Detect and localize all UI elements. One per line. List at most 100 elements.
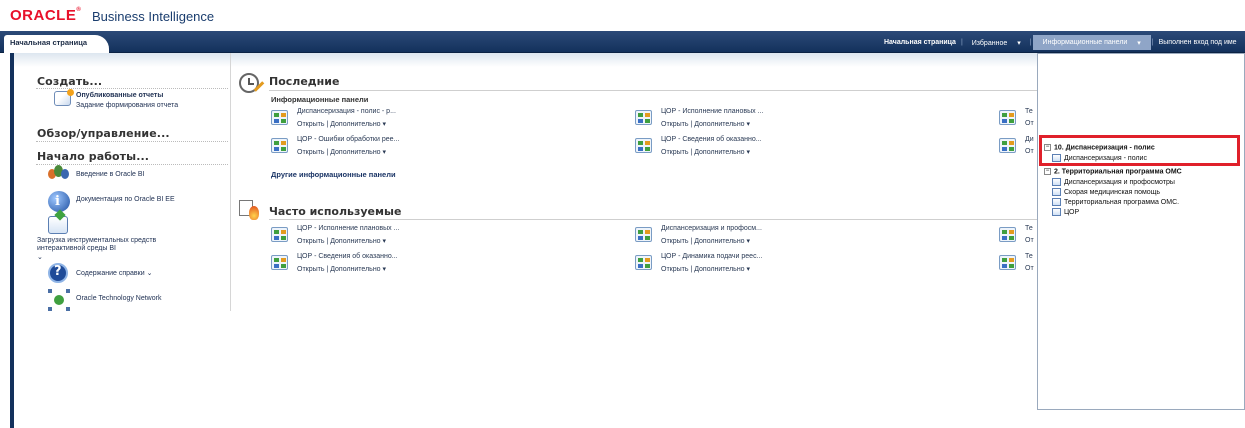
top-bar: ORACLE® Business Intelligence bbox=[0, 0, 1245, 30]
dashboard-item-actions[interactable]: Открыть | Дополнительно ▾ bbox=[661, 148, 750, 156]
chevron-down-icon: ▾ bbox=[1137, 39, 1141, 47]
global-nav: Начальная страница | Избранное ▾ | Инфор… bbox=[880, 35, 1241, 50]
frequent-title: Часто используемые bbox=[269, 205, 402, 218]
dashboard-item-title[interactable]: Те bbox=[1025, 253, 1033, 260]
dashboard-item[interactable]: ЦОР - Динамика подачи реес... Открыть | Д… bbox=[635, 253, 965, 275]
dashboard-item-title[interactable]: ЦОР - Сведения об оказанно... bbox=[661, 136, 762, 143]
nav-home-link[interactable]: Начальная страница bbox=[880, 39, 960, 46]
recent-subtitle: Информационные панели bbox=[271, 95, 369, 104]
dashboard-item[interactable]: ЦОР - Исполнение плановых ... Открыть | Д… bbox=[635, 108, 965, 130]
chevron-down-icon: ▾ bbox=[746, 121, 751, 128]
dashboard-item-actions-label: Открыть | Дополнительно bbox=[661, 266, 745, 273]
dashboard-item-title[interactable]: Те bbox=[1025, 225, 1033, 232]
help-link-label: Содержание справки bbox=[76, 270, 145, 277]
dashboard-item-actions[interactable]: От bbox=[1025, 265, 1034, 272]
dashboard-icon bbox=[635, 227, 652, 242]
chevron-down-icon[interactable]: ⌄ bbox=[37, 253, 43, 261]
nav-favorites-menu[interactable]: Избранное ▾ bbox=[964, 39, 1029, 47]
tree-item[interactable]: Территориальная программа ОМС. bbox=[1052, 198, 1179, 206]
dashboard-item-actions[interactable]: Открыть | Дополнительно ▾ bbox=[661, 265, 750, 273]
dashboard-item-actions[interactable]: Открыть | Дополнительно ▾ bbox=[297, 120, 386, 128]
dashboard-item[interactable]: Диспансеризация и профосм... Открыть | До… bbox=[635, 225, 965, 247]
dashboard-icon bbox=[999, 110, 1016, 125]
dashboard-icon bbox=[635, 255, 652, 270]
start-title: Начало работы... bbox=[37, 150, 150, 163]
dashboard-item[interactable]: Те От bbox=[999, 253, 1039, 275]
dashboard-icon bbox=[1052, 178, 1061, 186]
dashboard-item-actions[interactable]: Открыть | Дополнительно ▾ bbox=[661, 237, 750, 245]
tree-item-label: Скорая медицинская помощь bbox=[1064, 188, 1161, 196]
dashboard-item-actions[interactable]: Открыть | Дополнительно ▾ bbox=[297, 265, 386, 273]
dashboard-icon bbox=[1052, 208, 1061, 216]
dashboard-item-actions-label: От bbox=[1025, 148, 1034, 155]
tree-group-territorial[interactable]: −2. Территориальная программа ОМС bbox=[1044, 168, 1182, 175]
report-task-link[interactable]: Задание формирования отчета bbox=[76, 102, 178, 109]
divider bbox=[269, 90, 1039, 91]
dashboard-item[interactable]: ЦОР - Исполнение плановых ... Открыть | Д… bbox=[271, 225, 601, 247]
dashboard-item-actions[interactable]: Открыть | Дополнительно ▾ bbox=[297, 237, 386, 245]
docs-link[interactable]: Документация по Oracle BI EE bbox=[76, 196, 175, 203]
global-header: Начальная страница Начальная страница | … bbox=[0, 31, 1245, 53]
tree-item-label: Территориальная программа ОМС. bbox=[1064, 198, 1180, 206]
help-link[interactable]: Содержание справки ⌄ bbox=[76, 269, 152, 277]
create-title[interactable]: Создать... bbox=[37, 75, 102, 88]
dashboard-item-title[interactable]: Диспансеризация - полис - р... bbox=[297, 108, 396, 115]
oracle-logo-text: ORACLE bbox=[10, 7, 77, 24]
tab-home[interactable]: Начальная страница bbox=[4, 35, 110, 53]
dashboard-item-title[interactable]: Те bbox=[1025, 108, 1033, 115]
tree-item[interactable]: ЦОР bbox=[1052, 208, 1079, 216]
dashboard-item[interactable]: ЦОР - Сведения об оказанно... Открыть | Д… bbox=[271, 253, 601, 275]
published-reports-link[interactable]: Опубликованные отчеты bbox=[76, 92, 163, 99]
chevron-down-icon: ▾ bbox=[382, 121, 387, 128]
dashboard-item[interactable]: Те От bbox=[999, 225, 1039, 247]
help-icon: ? bbox=[48, 263, 68, 283]
tree-item[interactable]: Диспансеризация и профосмотры bbox=[1052, 178, 1175, 186]
divider bbox=[269, 219, 1039, 220]
dashboard-item-title[interactable]: ЦОР - Ошибки обработки рее... bbox=[297, 136, 399, 143]
dashboard-item-title[interactable]: Диспансеризация и профосм... bbox=[661, 225, 762, 232]
download-link-line2[interactable]: интерактивной среды BI bbox=[37, 245, 116, 252]
dashboard-item-actions[interactable]: От bbox=[1025, 237, 1034, 244]
clock-icon bbox=[239, 73, 265, 93]
dashboard-item[interactable]: Те От bbox=[999, 108, 1039, 130]
dashboard-item-actions-label: От bbox=[1025, 120, 1034, 127]
nav-dashboards-menu[interactable]: Информационные панели ▾ bbox=[1032, 35, 1151, 50]
tree-item[interactable]: Скорая медицинская помощь bbox=[1052, 188, 1160, 196]
flame-icon bbox=[239, 198, 259, 220]
otn-link[interactable]: Oracle Technology Network bbox=[76, 295, 161, 302]
dashboard-item[interactable]: Ди От bbox=[999, 136, 1039, 158]
highlight-box bbox=[1039, 135, 1240, 166]
intro-link[interactable]: Введение в Oracle BI bbox=[76, 171, 144, 178]
dashboard-item[interactable]: Диспансеризация - полис - р... Открыть | … bbox=[271, 108, 601, 130]
chevron-down-icon: ▾ bbox=[382, 238, 387, 245]
dashboard-item-actions-label: Открыть | Дополнительно bbox=[297, 266, 381, 273]
chevron-down-icon: ⌄ bbox=[146, 270, 153, 277]
dashboard-item-actions[interactable]: Открыть | Дополнительно ▾ bbox=[661, 120, 750, 128]
dashboard-item-title[interactable]: ЦОР - Исполнение плановых ... bbox=[297, 225, 399, 232]
divider bbox=[36, 141, 228, 142]
dashboard-item-title[interactable]: ЦОР - Исполнение плановых ... bbox=[661, 108, 763, 115]
dashboard-item-actions-label: Открыть | Дополнительно bbox=[297, 149, 381, 156]
download-link-line1[interactable]: Загрузка инструментальных средств bbox=[37, 237, 156, 244]
collapse-icon[interactable]: − bbox=[1044, 168, 1051, 175]
dashboard-item-title[interactable]: Ди bbox=[1025, 136, 1034, 143]
dashboard-item[interactable]: ЦОР - Ошибки обработки рее... Открыть | Д… bbox=[271, 136, 601, 158]
trademark-icon: ® bbox=[76, 7, 82, 13]
browse-title[interactable]: Обзор/управление... bbox=[37, 127, 170, 140]
dashboard-icon bbox=[999, 138, 1016, 153]
dashboard-icon bbox=[1052, 188, 1061, 196]
dashboard-icon bbox=[999, 227, 1016, 242]
tree-group-label: 2. Территориальная программа ОМС bbox=[1054, 168, 1182, 176]
dashboard-item-title[interactable]: ЦОР - Сведения об оказанно... bbox=[297, 253, 398, 260]
dashboard-item-actions[interactable]: От bbox=[1025, 120, 1034, 127]
nav-dashboards-label: Информационные панели bbox=[1042, 39, 1128, 46]
chevron-down-icon: ▾ bbox=[746, 149, 751, 156]
dashboard-item-actions[interactable]: От bbox=[1025, 148, 1034, 155]
star-badge-icon bbox=[67, 89, 74, 96]
more-dashboards-link[interactable]: Другие информационные панели bbox=[271, 170, 396, 179]
dashboard-item-title[interactable]: ЦОР - Динамика подачи реес... bbox=[661, 253, 762, 260]
nav-user-menu[interactable]: Выполнен вход под име bbox=[1155, 39, 1241, 46]
dashboard-item-actions[interactable]: Открыть | Дополнительно ▾ bbox=[297, 148, 386, 156]
dashboard-icon bbox=[635, 110, 652, 125]
dashboard-item[interactable]: ЦОР - Сведения об оказанно... Открыть | Д… bbox=[635, 136, 965, 158]
